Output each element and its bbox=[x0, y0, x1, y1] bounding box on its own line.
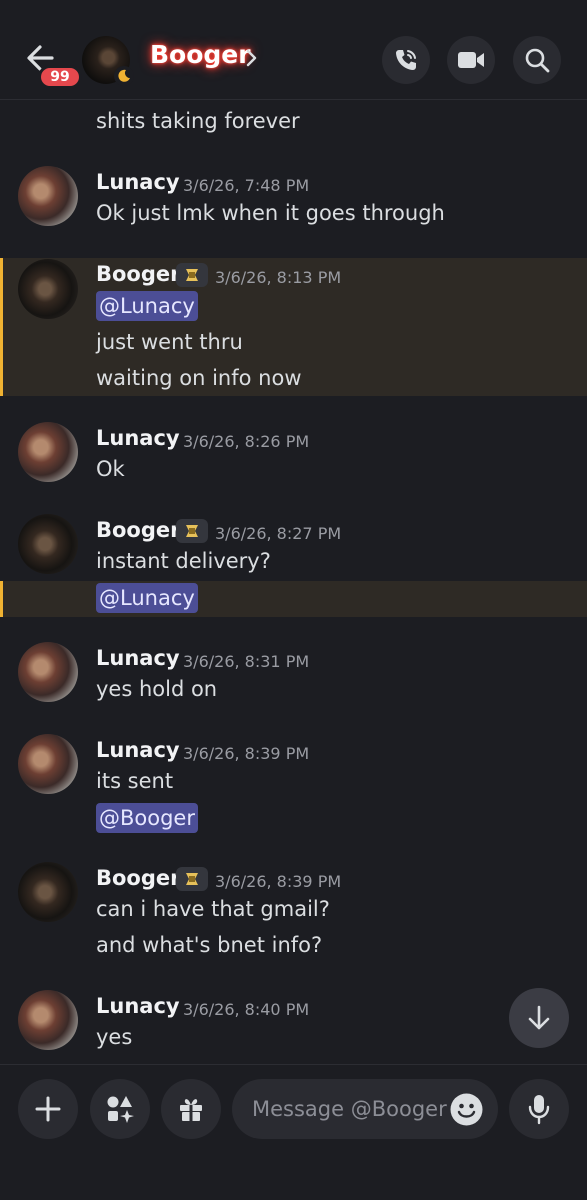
composer-bar bbox=[0, 1064, 587, 1200]
idle-status-icon bbox=[114, 66, 134, 86]
unread-badge: 99 bbox=[38, 65, 82, 89]
search-button[interactable] bbox=[513, 36, 561, 84]
message-author[interactable]: Lunacy bbox=[96, 170, 180, 194]
avatar[interactable] bbox=[18, 990, 78, 1050]
user-mention[interactable]: @Booger bbox=[96, 803, 198, 833]
message-timestamp: 3/6/26, 8:27 PM bbox=[215, 524, 342, 543]
video-call-button[interactable] bbox=[447, 36, 495, 84]
server-tag-icon bbox=[176, 519, 208, 543]
avatar[interactable] bbox=[18, 862, 78, 922]
chat-header: 99 Booger bbox=[0, 0, 587, 100]
message-text: yes bbox=[96, 1025, 133, 1049]
message-text: Ok bbox=[96, 457, 125, 481]
message-list[interactable]: shits taking forever Lunacy 3/6/26, 7:48… bbox=[0, 101, 587, 1064]
avatar[interactable] bbox=[18, 422, 78, 482]
avatar[interactable] bbox=[18, 734, 78, 794]
message-text: waiting on info now bbox=[96, 366, 302, 390]
message-timestamp: 3/6/26, 8:31 PM bbox=[183, 652, 310, 671]
channel-name[interactable]: Booger bbox=[150, 40, 251, 69]
plus-icon bbox=[35, 1096, 61, 1122]
apps-button[interactable] bbox=[90, 1079, 150, 1139]
gift-icon bbox=[180, 1099, 202, 1121]
message-text: instant delivery? bbox=[96, 549, 271, 573]
avatar[interactable] bbox=[18, 259, 78, 319]
emoji-button[interactable] bbox=[450, 1093, 483, 1126]
apps-sparkle-icon bbox=[107, 1096, 134, 1123]
message-author[interactable]: Booger bbox=[96, 866, 181, 890]
avatar[interactable] bbox=[18, 514, 78, 574]
search-icon bbox=[525, 48, 550, 73]
server-tag-icon bbox=[176, 867, 208, 891]
gift-button[interactable] bbox=[161, 1079, 221, 1139]
add-attachment-button[interactable] bbox=[18, 1079, 78, 1139]
user-mention[interactable]: @Lunacy bbox=[96, 583, 198, 613]
message-author[interactable]: Lunacy bbox=[96, 426, 180, 450]
arrow-down-icon bbox=[528, 1005, 550, 1030]
video-camera-icon bbox=[458, 52, 484, 68]
server-tag-icon bbox=[176, 263, 208, 287]
message-timestamp: 3/6/26, 7:48 PM bbox=[183, 176, 310, 195]
message-text: shits taking forever bbox=[96, 109, 300, 133]
message-text: just went thru bbox=[96, 330, 243, 354]
call-button[interactable] bbox=[382, 36, 430, 84]
message-author[interactable]: Lunacy bbox=[96, 738, 180, 762]
message-text: yes hold on bbox=[96, 677, 218, 701]
message-text: and what's bnet info? bbox=[96, 933, 323, 957]
phone-call-icon bbox=[396, 50, 416, 70]
voice-message-button[interactable] bbox=[509, 1079, 569, 1139]
message-author[interactable]: Lunacy bbox=[96, 994, 180, 1018]
microphone-icon bbox=[528, 1095, 550, 1125]
message-timestamp: 3/6/26, 8:40 PM bbox=[183, 1000, 310, 1019]
message-text: can i have that gmail? bbox=[96, 897, 330, 921]
message-timestamp: 3/6/26, 8:39 PM bbox=[183, 744, 310, 763]
emoji-icon bbox=[450, 1093, 483, 1126]
avatar[interactable] bbox=[18, 166, 78, 226]
mention-highlight bbox=[0, 581, 587, 617]
message-timestamp: 3/6/26, 8:26 PM bbox=[183, 432, 310, 451]
message-text: Ok just lmk when it goes through bbox=[96, 201, 445, 225]
chevron-right-icon[interactable] bbox=[244, 48, 258, 72]
message-timestamp: 3/6/26, 8:39 PM bbox=[215, 872, 342, 891]
message-text: its sent bbox=[96, 769, 174, 793]
message-author[interactable]: Lunacy bbox=[96, 646, 180, 670]
jump-to-latest-button[interactable] bbox=[509, 988, 569, 1048]
message-author[interactable]: Booger bbox=[96, 262, 181, 286]
message-timestamp: 3/6/26, 8:13 PM bbox=[215, 268, 342, 287]
avatar[interactable] bbox=[18, 642, 78, 702]
user-mention[interactable]: @Lunacy bbox=[96, 291, 198, 321]
message-author[interactable]: Booger bbox=[96, 518, 181, 542]
